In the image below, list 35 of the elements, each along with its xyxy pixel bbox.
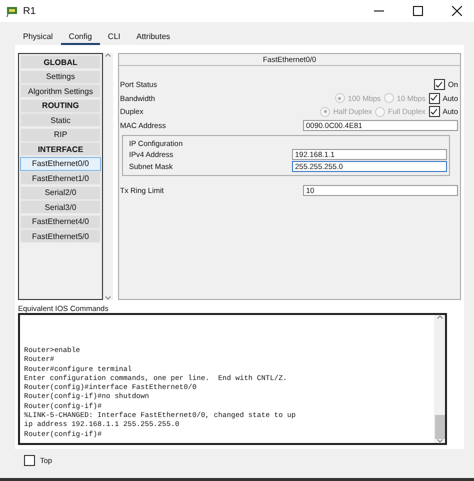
window-title: R1: [23, 6, 37, 16]
sidebar-item[interactable]: RIP: [20, 128, 101, 142]
tab[interactable]: CLI: [100, 30, 128, 45]
router-app-icon: [6, 5, 18, 17]
minimize-icon[interactable]: [374, 10, 384, 12]
checkbox[interactable]: [434, 79, 445, 90]
checkbox[interactable]: [428, 92, 440, 104]
scroll-down-icon[interactable]: [436, 439, 442, 443]
scrollbar-thumb[interactable]: [434, 415, 444, 439]
sidebar-item[interactable]: Serial2/0: [20, 186, 101, 200]
tab[interactable]: Config: [60, 30, 100, 45]
checkbox[interactable]: [24, 455, 35, 466]
section-header: GLOBAL: [20, 55, 101, 69]
close-icon[interactable]: [452, 6, 462, 16]
checkbox[interactable]: [428, 106, 440, 118]
scroll-up-icon[interactable]: [436, 315, 442, 319]
sidebar-item[interactable]: Algorithm Settings: [20, 84, 101, 98]
radio-button[interactable]: [334, 93, 345, 104]
sidebar-item[interactable]: FastEthernet5/0: [20, 229, 101, 243]
tab[interactable]: Attributes: [128, 30, 178, 45]
radio-button[interactable]: [375, 106, 386, 117]
sidebar-item[interactable]: FastEthernet4/0: [20, 214, 101, 228]
sidebar-item[interactable]: FastEthernet0/0: [20, 156, 101, 170]
maximize-icon[interactable]: [413, 6, 423, 16]
sidebar-item[interactable]: Settings: [20, 70, 101, 84]
scroll-down-icon[interactable]: [105, 296, 111, 300]
tab[interactable]: Physical: [15, 30, 61, 45]
sidebar-item[interactable]: Serial3/0: [20, 200, 101, 214]
sidebar-item[interactable]: FastEthernet1/0: [20, 171, 101, 185]
sidebar-item[interactable]: Static: [20, 113, 101, 127]
radio-button[interactable]: [384, 93, 394, 104]
section-header: ROUTING: [20, 98, 101, 112]
radio-button[interactable]: [320, 106, 330, 117]
section-header: INTERFACE: [20, 142, 101, 156]
scroll-up-icon[interactable]: [105, 53, 111, 57]
